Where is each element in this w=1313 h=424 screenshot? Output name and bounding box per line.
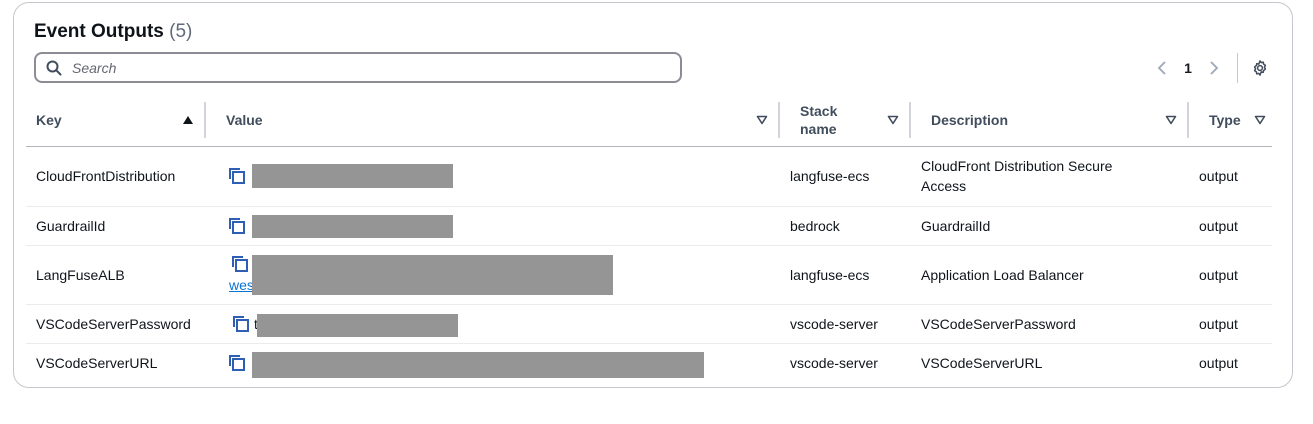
outputs-table: Key Value Stack name Description Type Cl… <box>26 94 1272 382</box>
search-input[interactable] <box>70 58 630 77</box>
value-cell: t <box>206 304 780 344</box>
gear-icon <box>1253 59 1267 76</box>
stack-name-cell: bedrock <box>780 206 911 246</box>
key-cell: VSCodeServerPassword <box>26 304 206 344</box>
description-text: CloudFront Distribution Secure Access <box>921 158 1113 194</box>
key-cell: LangFuseALB <box>26 245 206 305</box>
chevron-right-icon <box>1210 60 1219 75</box>
caret-down-outline-icon <box>1254 115 1266 125</box>
pager-divider <box>1237 52 1238 83</box>
caret-down-outline-icon <box>1165 115 1177 125</box>
table-header-row: Key Value Stack name Description Type <box>26 94 1272 147</box>
search-field[interactable] <box>34 52 682 83</box>
column-header-type[interactable]: Type <box>1189 94 1272 147</box>
redacted-value <box>252 254 613 295</box>
pagination: 1 <box>1149 52 1272 83</box>
table-row: GuardrailId bedrock GuardrailId output <box>26 206 1272 246</box>
key-cell: CloudFrontDistribution <box>26 146 206 207</box>
description-cell: GuardrailId <box>911 206 1189 246</box>
column-header-stack-name[interactable]: Stack name <box>780 94 911 147</box>
event-outputs-panel: Event Outputs (5) 1 <box>13 2 1293 388</box>
current-page[interactable]: 1 <box>1177 60 1199 76</box>
description-cell: CloudFront Distribution Secure Access <box>911 146 1189 207</box>
column-header-description[interactable]: Description <box>911 94 1189 147</box>
panel-title-count: (5) <box>169 21 193 42</box>
redacted-value <box>252 163 453 188</box>
chevron-left-icon <box>1157 60 1166 75</box>
preferences-button[interactable] <box>1248 56 1272 80</box>
table-row: CloudFrontDistribution langfuse-ecs Clou… <box>26 146 1272 207</box>
key-cell: VSCodeServerURL <box>36 354 158 371</box>
panel-title-text: Event Outputs <box>34 21 164 42</box>
copy-icon[interactable] <box>228 217 246 235</box>
description-cell: VSCodeServerPassword <box>911 304 1189 344</box>
column-header-label: Stack name <box>800 102 838 137</box>
stack-name-cell: vscode-server <box>780 304 911 344</box>
value-cell <box>206 146 780 207</box>
redacted-value <box>252 351 704 378</box>
type-cell: output <box>1189 304 1272 344</box>
table-row: LangFuseALB wes langfuse-ecs Application… <box>26 245 1272 305</box>
column-header-label: Key <box>36 111 62 128</box>
value-cell <box>206 206 780 246</box>
prev-page-button[interactable] <box>1149 54 1177 82</box>
copy-icon[interactable] <box>232 315 250 333</box>
copy-icon[interactable] <box>228 354 246 372</box>
column-header-label: Type <box>1209 111 1241 128</box>
table-row: VSCodeServerURL vscode-server VSCodeServ… <box>26 343 1272 382</box>
value-link[interactable]: wes <box>229 277 254 293</box>
column-header-key[interactable]: Key <box>26 94 206 147</box>
redacted-value <box>257 313 458 337</box>
key-cell: GuardrailId <box>26 206 206 246</box>
panel-title: Event Outputs (5) <box>34 21 192 43</box>
caret-down-outline-icon <box>756 115 768 125</box>
caret-down-outline-icon <box>887 115 899 125</box>
next-page-button[interactable] <box>1199 54 1227 82</box>
description-cell: Application Load Balancer <box>911 245 1189 305</box>
caret-up-filled-icon <box>183 115 193 124</box>
stack-name-cell: vscode-server <box>790 354 878 371</box>
search-icon <box>46 60 62 75</box>
column-header-value[interactable]: Value <box>206 94 780 147</box>
column-header-label: Value <box>226 111 263 128</box>
type-cell: output <box>1189 146 1272 207</box>
description-cell: VSCodeServerURL <box>921 354 1043 371</box>
type-cell: output <box>1189 245 1272 305</box>
value-cell: wes <box>206 245 780 305</box>
column-header-label: Description <box>931 111 1009 128</box>
table-row: VSCodeServerPassword t vscode-server VSC… <box>26 304 1272 344</box>
redacted-value <box>252 214 453 238</box>
copy-icon[interactable] <box>228 167 246 185</box>
stack-name-cell: langfuse-ecs <box>780 146 911 207</box>
copy-icon[interactable] <box>231 255 249 273</box>
value-cell <box>206 343 780 382</box>
type-cell: output <box>1189 206 1272 246</box>
type-cell: output <box>1199 354 1238 371</box>
stack-name-cell: langfuse-ecs <box>780 245 911 305</box>
